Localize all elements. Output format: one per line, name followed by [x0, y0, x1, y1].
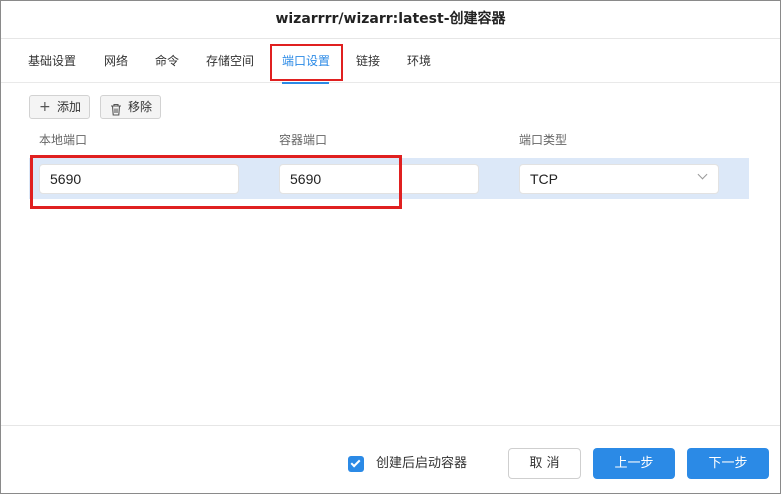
tab-links[interactable]: 链接: [356, 39, 380, 83]
cancel-button[interactable]: 取 消: [508, 448, 581, 479]
plus-icon: +: [39, 99, 51, 115]
active-tab-indicator: [282, 82, 329, 84]
tab-network[interactable]: 网络: [104, 39, 128, 83]
port-type-value: TCP: [530, 171, 558, 187]
start-after-create-checkbox[interactable]: [348, 456, 364, 472]
tab-basic-settings[interactable]: 基础设置: [28, 39, 76, 83]
tab-storage[interactable]: 存储空间: [206, 39, 254, 83]
next-step-button[interactable]: 下一步: [687, 448, 769, 479]
column-header-port-type: 端口类型: [519, 133, 568, 147]
footer-divider: [1, 425, 780, 426]
dialog-title: wizarrrr/wizarr:latest-创建容器: [1, 1, 780, 39]
tab-command[interactable]: 命令: [155, 39, 179, 83]
tab-environment[interactable]: 环境: [407, 39, 431, 83]
tab-bar: 基础设置 网络 命令 存储空间 端口设置 链接 环境: [1, 39, 780, 83]
remove-port-label: 移除: [128, 100, 153, 114]
port-fields-highlight-box: [30, 155, 402, 209]
add-port-button[interactable]: + 添加: [29, 95, 90, 119]
column-header-local-port: 本地端口: [39, 133, 88, 147]
checkmark-icon: [350, 457, 361, 468]
tab-highlight-box: [270, 44, 343, 81]
column-header-container-port: 容器端口: [279, 133, 328, 147]
chevron-down-icon: [697, 169, 708, 180]
add-port-label: 添加: [57, 100, 82, 114]
previous-step-button[interactable]: 上一步: [593, 448, 675, 479]
trash-icon: [110, 101, 122, 123]
port-type-select[interactable]: TCP: [519, 164, 719, 194]
remove-port-button[interactable]: 移除: [100, 95, 161, 119]
create-container-dialog: wizarrrr/wizarr:latest-创建容器 基础设置 网络 命令 存…: [0, 0, 781, 494]
start-after-create-label: 创建后启动容器: [376, 456, 468, 471]
